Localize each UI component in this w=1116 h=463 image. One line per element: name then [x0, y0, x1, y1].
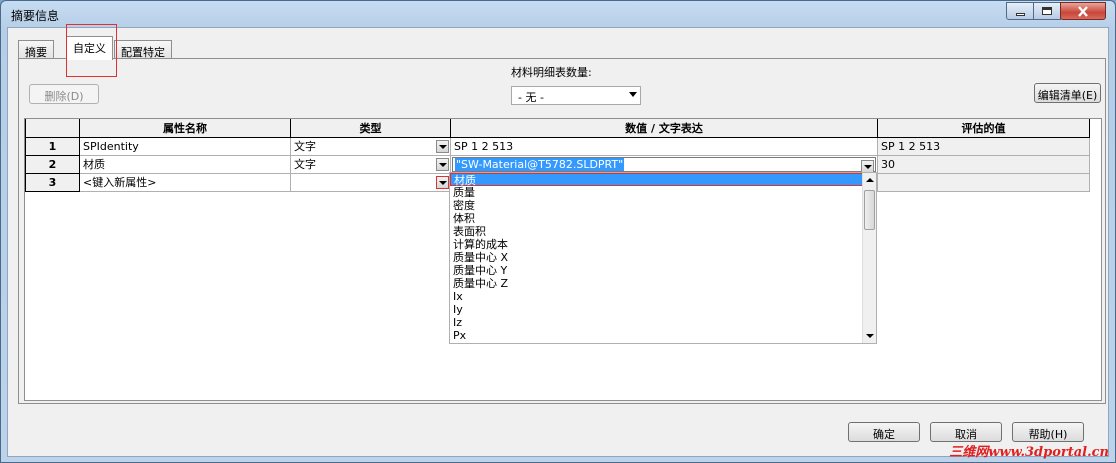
evaluated-value-cell — [877, 172, 1090, 192]
row-number[interactable]: 1 — [25, 136, 80, 156]
bom-quantity-label: 材料明细表数量: — [511, 66, 592, 79]
delete-button-label: 删除(D) — [44, 90, 84, 103]
dropdown-scrollbar[interactable] — [862, 173, 876, 343]
tab-custom[interactable]: 自定义 — [66, 36, 113, 60]
row-number[interactable]: 2 — [25, 154, 80, 174]
row-number[interactable]: 3 — [25, 172, 80, 192]
ok-button-label: 确定 — [873, 428, 895, 441]
type-value: 文字 — [294, 140, 316, 153]
type-cell[interactable]: 文字 — [290, 154, 451, 174]
list-item[interactable]: 体积 — [450, 212, 876, 225]
cancel-button[interactable]: 取消 — [930, 422, 1002, 442]
list-item[interactable]: 质量中心 Y — [450, 264, 876, 277]
bom-quantity-value: - 无 - — [518, 91, 544, 104]
scroll-thumb[interactable] — [864, 190, 875, 230]
header-rownum — [25, 119, 80, 138]
evaluated-value-cell: 30 — [877, 154, 1090, 174]
value-dropdown-arrow-icon[interactable] — [861, 159, 874, 172]
properties-grid: 属性名称 类型 数值 / 文字表达 评估的值 1 SPIdentity 文字 S… — [24, 118, 1102, 401]
title-bar[interactable]: 摘要信息 — [1, 1, 1115, 27]
close-icon — [1078, 5, 1088, 17]
minimize-icon — [1015, 12, 1025, 16]
tab-custom-label: 自定义 — [73, 42, 106, 55]
help-button[interactable]: 帮助(H) — [1012, 422, 1084, 442]
help-button-label: 帮助(H) — [1028, 428, 1068, 441]
cancel-button-label: 取消 — [955, 428, 977, 441]
delete-button[interactable]: 删除(D) — [29, 84, 99, 104]
table-row[interactable]: 2 材质 文字 "SW-Material@T5782.SLDPRT" 30 — [25, 154, 1090, 174]
window-title: 摘要信息 — [11, 9, 60, 23]
list-item[interactable]: 密度 — [450, 199, 876, 212]
property-name-cell[interactable]: <键入新属性> — [79, 172, 291, 192]
edit-list-button-label: 编辑清单(E) — [1037, 89, 1098, 102]
tab-config-specific[interactable]: 配置特定 — [114, 40, 172, 59]
list-item[interactable]: 计算的成本 — [450, 238, 876, 251]
header-value-expression[interactable]: 数值 / 文字表达 — [450, 119, 878, 138]
list-item[interactable]: 质量中心 X — [450, 251, 876, 264]
type-value: 文字 — [294, 158, 316, 171]
type-cell[interactable]: 文字 — [290, 136, 451, 156]
site-watermark: 三维网www.3dportal.cn — [949, 445, 1109, 460]
list-item[interactable]: Iz — [450, 316, 876, 329]
list-item[interactable]: Px — [450, 329, 876, 342]
table-row[interactable]: 1 SPIdentity 文字 SP 1 2 513 SP 1 2 513 — [25, 136, 1090, 156]
property-name-cell[interactable]: SPIdentity — [79, 136, 291, 156]
property-name-cell[interactable]: 材质 — [79, 154, 291, 174]
value-edit-text[interactable]: "SW-Material@T5782.SLDPRT" — [455, 157, 625, 171]
list-item[interactable]: Ix — [450, 290, 876, 303]
minimize-button[interactable] — [1006, 2, 1034, 20]
header-evaluated-value[interactable]: 评估的值 — [877, 119, 1090, 138]
ok-button[interactable]: 确定 — [848, 422, 920, 442]
close-button[interactable] — [1060, 2, 1106, 20]
scroll-up-icon[interactable] — [866, 178, 874, 182]
list-item[interactable]: 表面积 — [450, 225, 876, 238]
chevron-down-icon — [629, 92, 637, 97]
value-edit-combo[interactable]: "SW-Material@T5782.SLDPRT" — [452, 156, 876, 172]
type-dropdown-arrow-icon[interactable] — [436, 175, 449, 189]
bom-quantity-select[interactable]: - 无 - — [511, 86, 641, 105]
maximize-icon — [1042, 7, 1052, 15]
type-cell[interactable] — [290, 172, 451, 192]
list-item[interactable]: Iy — [450, 303, 876, 316]
type-dropdown-arrow-icon[interactable] — [436, 157, 449, 171]
edit-list-button[interactable]: 编辑清单(E) — [1034, 83, 1101, 103]
custom-properties-panel: 删除(D) 材料明细表数量: - 无 - 编辑清单(E) 属性名称 类型 数值 … — [18, 58, 1106, 404]
scroll-down-icon[interactable] — [866, 334, 874, 338]
evaluated-value-cell: SP 1 2 513 — [877, 136, 1090, 156]
header-property-name[interactable]: 属性名称 — [79, 119, 291, 138]
type-dropdown-arrow-icon[interactable] — [436, 139, 449, 153]
value-dropdown-list[interactable]: 材质 质量 密度 体积 表面积 计算的成本 质量中心 X 质量中心 Y 质量中心… — [449, 172, 877, 344]
value-cell[interactable]: SP 1 2 513 — [450, 136, 878, 156]
list-item[interactable]: 材质 — [450, 173, 876, 187]
tab-summary[interactable]: 摘要 — [18, 40, 54, 59]
dialog-window: 摘要信息 摘要 自定义 配置特定 删除(D) 材料明细表数量: - 无 - 编辑… — [0, 0, 1116, 463]
list-item[interactable]: 质量中心 Z — [450, 277, 876, 290]
dialog-client-area: 摘要 自定义 配置特定 删除(D) 材料明细表数量: - 无 - 编辑清单(E) — [7, 24, 1109, 457]
maximize-button[interactable] — [1033, 2, 1061, 20]
list-item[interactable]: 质量 — [450, 186, 876, 199]
table-header-row: 属性名称 类型 数值 / 文字表达 评估的值 — [25, 119, 1090, 138]
header-type[interactable]: 类型 — [290, 119, 451, 138]
value-cell-editing[interactable]: "SW-Material@T5782.SLDPRT" — [450, 154, 878, 174]
